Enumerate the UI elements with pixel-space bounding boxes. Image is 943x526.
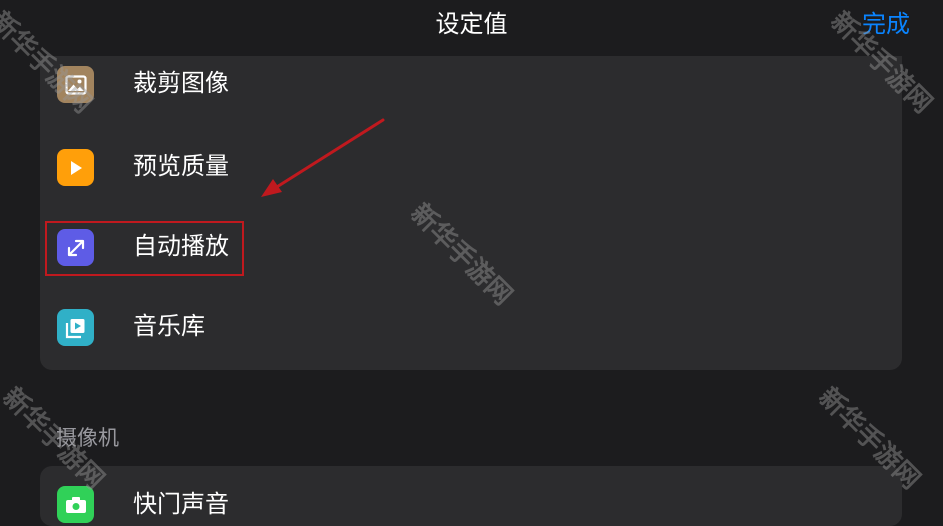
music-library-icon — [57, 309, 94, 346]
settings-group: 裁剪图像 预览质量 自动播放 音乐库 — [40, 56, 902, 370]
list-item-crop-image[interactable]: 裁剪图像 — [40, 56, 902, 125]
list-item-label: 音乐库 — [133, 312, 205, 340]
list-item-label: 快门声音 — [133, 490, 229, 518]
list-item-preview-quality[interactable]: 预览质量 — [40, 128, 902, 208]
section-header-camera: 摄像机 — [56, 426, 119, 450]
camera-icon — [57, 486, 94, 523]
list-item-music-library[interactable]: 音乐库 — [40, 288, 902, 368]
list-item-label: 裁剪图像 — [133, 69, 229, 97]
camera-settings-group: 快门声音 — [40, 466, 902, 526]
play-icon — [57, 149, 94, 186]
list-item-label: 预览质量 — [133, 152, 229, 180]
nav-bar: 设定值 完成 — [0, 0, 943, 50]
page-title: 设定值 — [435, 10, 508, 38]
image-icon — [57, 66, 94, 103]
done-button[interactable]: 完成 — [862, 6, 910, 42]
list-item-shutter-sound[interactable]: 快门声音 — [40, 466, 902, 526]
highlight-box — [45, 221, 244, 276]
